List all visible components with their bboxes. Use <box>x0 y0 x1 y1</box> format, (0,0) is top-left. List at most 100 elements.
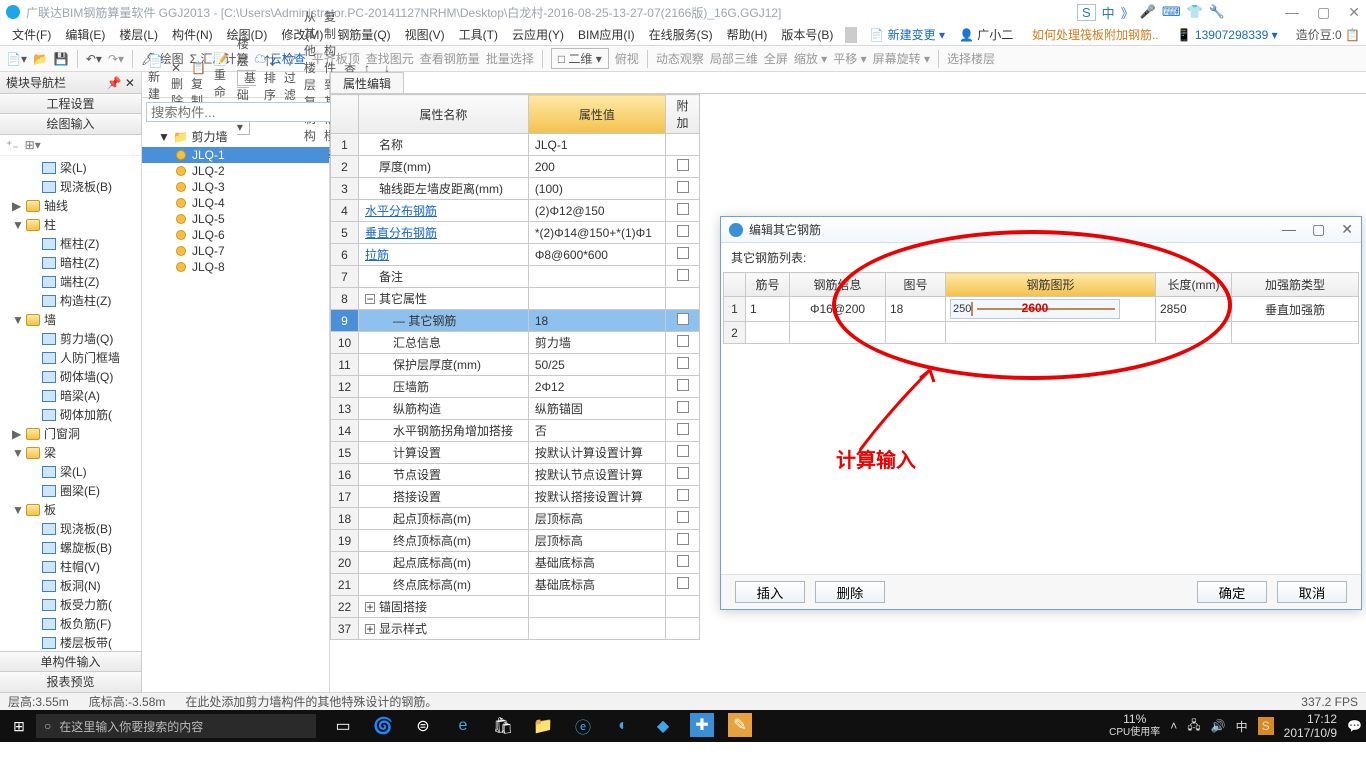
tree-item[interactable]: 框柱(Z) <box>0 234 141 253</box>
cancel-button[interactable]: 取消 <box>1277 581 1347 603</box>
menu-cloud[interactable]: 云应用(Y) <box>506 24 570 45</box>
tb-dyn[interactable]: 动态观察 <box>656 50 704 67</box>
menu-rebar[interactable]: 钢筋量(Q) <box>331 24 396 45</box>
tb-top[interactable]: 俯视 <box>615 50 639 67</box>
menu-file[interactable]: 文件(F) <box>6 24 57 45</box>
maximize-button[interactable]: ▢ <box>1317 4 1330 21</box>
tb-open-icon[interactable]: 📂 <box>33 52 48 66</box>
menu-view[interactable]: 视图(V) <box>399 24 451 45</box>
rebar-row[interactable]: 11Φ16@2001825026002850垂直加强筋 <box>724 297 1359 322</box>
tb-batch[interactable]: 批量选择 <box>486 50 534 67</box>
phone-label[interactable]: 📱 13907298339 ▾ <box>1177 28 1278 42</box>
new-change-button[interactable]: 📄 新建变更 ▾ <box>863 24 951 45</box>
tb-2d[interactable]: □ 二维 ▾ <box>551 48 609 69</box>
property-row[interactable]: 3轴线距左墙皮距离(mm)(100) <box>331 178 700 200</box>
leftnav-tool-icon[interactable]: ⁺₋ <box>6 138 19 152</box>
tb-undo-icon[interactable]: ↶▾ <box>86 52 102 66</box>
menu-help[interactable]: 帮助(H) <box>721 24 774 45</box>
leftnav-tab-draw[interactable]: 绘图输入 <box>0 113 142 135</box>
tab-property[interactable]: 属性编辑 <box>330 72 404 93</box>
component-item[interactable]: JLQ-2 <box>142 163 329 179</box>
property-row[interactable]: 6拉筋Φ8@600*600 <box>331 244 700 266</box>
property-row[interactable]: 16节点设置按默认节点设置计算 <box>331 464 700 486</box>
menu-component[interactable]: 构件(N) <box>166 24 219 45</box>
tb-rot[interactable]: 屏幕旋转 ▾ <box>873 50 930 67</box>
property-row[interactable]: 18起点顶标高(m)层顶标高 <box>331 508 700 530</box>
tree-item[interactable]: 梁(L) <box>0 158 141 177</box>
insert-button[interactable]: 插入 <box>735 581 805 603</box>
tray-clock[interactable]: 17:122017/10/9 <box>1284 712 1337 740</box>
tree-item[interactable]: 端柱(Z) <box>0 272 141 291</box>
ime-bar[interactable]: S 中 》 🎤 ⌨ 👕 🔧 <box>1077 3 1225 22</box>
tree-group[interactable]: ▼ 📁 剪力墙 <box>142 126 329 147</box>
taskbar-search[interactable]: ○ 在这里输入你要搜索的内容 <box>36 714 316 738</box>
leftnav-tab-single[interactable]: 单构件输入 <box>0 651 142 673</box>
rebar-row[interactable]: 2 <box>724 322 1359 344</box>
leftnav-tool-icon2[interactable]: ⊞▾ <box>25 138 41 152</box>
app-icon-2[interactable]: ⊜ <box>410 713 436 739</box>
tree-item[interactable]: 柱帽(V) <box>0 557 141 576</box>
tb-3d[interactable]: 局部三维 <box>710 50 758 67</box>
menu-edit[interactable]: 编辑(E) <box>59 24 111 45</box>
popup-max-button[interactable]: ▢ <box>1312 221 1325 238</box>
tb-zoom[interactable]: 缩放 ▾ <box>794 50 827 67</box>
ie-icon[interactable]: ⓔ <box>570 713 596 739</box>
property-row[interactable]: 11保护层厚度(mm)50/25 <box>331 354 700 376</box>
property-row[interactable]: 12压墙筋2Φ12 <box>331 376 700 398</box>
property-row[interactable]: 10汇总信息剪力墙 <box>331 332 700 354</box>
tree-item[interactable]: 砌体墙(Q) <box>0 367 141 386</box>
app-icon-5[interactable]: ✚ <box>690 713 714 737</box>
tree-item[interactable]: 砌体加筋( <box>0 405 141 424</box>
tree-item[interactable]: 圈梁(E) <box>0 481 141 500</box>
component-item[interactable]: JLQ-1 <box>142 147 329 163</box>
minimize-button[interactable]: — <box>1285 4 1299 21</box>
menu-tool[interactable]: 工具(T) <box>453 24 504 45</box>
tree-item[interactable]: 楼层板带( <box>0 633 141 652</box>
tray-vol-icon[interactable]: 🔊 <box>1211 719 1226 733</box>
property-row[interactable]: 17搭接设置按默认搭接设置计算 <box>331 486 700 508</box>
property-row[interactable]: 2厚度(mm)200 <box>331 156 700 178</box>
property-row[interactable]: 21终点底标高(m)基础底标高 <box>331 574 700 596</box>
property-row[interactable]: 4水平分布钢筋(2)Φ12@150 <box>331 200 700 222</box>
property-row[interactable]: 22+锚固搭接 <box>331 596 700 618</box>
property-row[interactable]: 15计算设置按默认计算设置计算 <box>331 442 700 464</box>
property-row[interactable]: 37+显示样式 <box>331 618 700 640</box>
cpu-meter[interactable]: 11%CPU使用率 <box>1109 713 1160 739</box>
app-icon-6[interactable]: ✎ <box>728 713 752 737</box>
tree-item[interactable]: ▼墙 <box>0 310 141 329</box>
property-row[interactable]: 19终点顶标高(m)层顶标高 <box>331 530 700 552</box>
tree-item[interactable]: 剪力墙(Q) <box>0 329 141 348</box>
property-row[interactable]: 7备注 <box>331 266 700 288</box>
tree-item[interactable]: 构造柱(Z) <box>0 291 141 310</box>
tree-item[interactable]: ▼梁 <box>0 443 141 462</box>
property-row[interactable]: 14水平钢筋拐角增加搭接否 <box>331 420 700 442</box>
taskview-icon[interactable]: ▭ <box>330 713 356 739</box>
leftnav-pin-icon[interactable]: 📌 ✕ <box>107 76 135 90</box>
tb-view-rebar[interactable]: 查看钢筋量 <box>420 50 480 67</box>
tree-item[interactable]: ▶轴线 <box>0 196 141 215</box>
tb-pan[interactable]: 平移 ▾ <box>833 50 866 67</box>
app-icon-4[interactable]: ◆ <box>650 713 676 739</box>
component-item[interactable]: JLQ-8 <box>142 259 329 275</box>
tree-item[interactable]: 现浇板(B) <box>0 519 141 538</box>
tree-item[interactable]: ▶门窗洞 <box>0 424 141 443</box>
popup-min-button[interactable]: — <box>1282 221 1296 238</box>
delete-button[interactable]: 删除 <box>815 581 885 603</box>
leftnav-tab-project[interactable]: 工程设置 <box>0 93 142 115</box>
tree-item[interactable]: 板负筋(F) <box>0 614 141 633</box>
tree-item[interactable]: 梁(L) <box>0 462 141 481</box>
component-item[interactable]: JLQ-4 <box>142 195 329 211</box>
tree-item[interactable]: 板洞(N) <box>0 576 141 595</box>
property-row[interactable]: 8−其它属性 <box>331 288 700 310</box>
tree-item[interactable]: 螺旋板(B) <box>0 538 141 557</box>
tb-full[interactable]: 全屏 <box>764 50 788 67</box>
start-button[interactable]: ⊞ <box>4 718 34 735</box>
bean-label[interactable]: 造价豆:0 📋 <box>1296 26 1360 43</box>
tray-up-icon[interactable]: ˄ <box>1170 719 1177 733</box>
tb-redo-icon[interactable]: ↷▾ <box>108 52 124 66</box>
menu-version[interactable]: 版本号(B) <box>775 24 839 45</box>
midnav-tree[interactable]: ▼ 📁 剪力墙JLQ-1JLQ-2JLQ-3JLQ-4JLQ-5JLQ-6JLQ… <box>142 126 329 692</box>
store-icon[interactable]: 🛍 <box>490 713 516 739</box>
property-row[interactable]: 20起点底标高(m)基础底标高 <box>331 552 700 574</box>
tray-s-icon[interactable]: S <box>1258 717 1274 735</box>
